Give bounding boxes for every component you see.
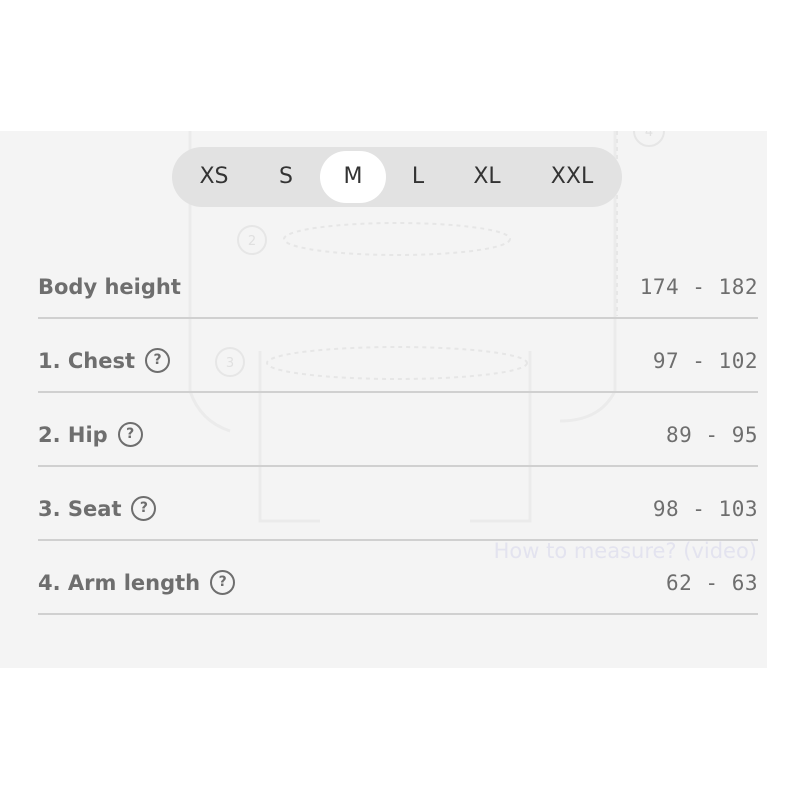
help-icon[interactable]: ? xyxy=(131,496,157,521)
size-option-l[interactable]: L xyxy=(396,151,440,203)
measurement-label: 4. Arm length xyxy=(38,570,201,595)
measurement-row-body-height: Body height 174 - 182 xyxy=(38,243,758,319)
help-icon[interactable]: ? xyxy=(117,422,143,447)
size-option-s[interactable]: S xyxy=(264,151,308,203)
measurement-label: Body height xyxy=(38,275,181,299)
measurement-value: 98 - 103 xyxy=(652,497,758,521)
size-selector: XS S M L XL XXL xyxy=(172,147,622,207)
marker-4: 4 xyxy=(645,131,653,140)
measurement-label: 2. Hip xyxy=(38,422,108,447)
measurement-row-arm-length: 4. Arm length ? 62 - 63 xyxy=(38,539,758,615)
measurement-row-chest: 1. Chest ? 97 - 102 xyxy=(38,317,758,393)
measurement-label: 1. Chest xyxy=(38,348,136,373)
measurement-row-hip: 2. Hip ? 89 - 95 xyxy=(38,391,758,467)
measurement-value: 89 - 95 xyxy=(665,423,758,447)
measurement-value: 62 - 63 xyxy=(665,571,758,595)
help-icon[interactable]: ? xyxy=(210,570,236,595)
size-option-xxl[interactable]: XXL xyxy=(540,151,604,203)
size-option-xs[interactable]: XS xyxy=(192,151,236,203)
size-option-m[interactable]: M xyxy=(320,151,386,203)
help-icon[interactable]: ? xyxy=(145,348,171,373)
measurement-label: 3. Seat xyxy=(38,496,122,521)
size-option-xl[interactable]: XL xyxy=(462,151,512,203)
measurement-row-seat: 3. Seat ? 98 - 103 xyxy=(38,465,758,541)
measurement-value: 174 - 182 xyxy=(639,275,758,299)
measurement-value: 97 - 102 xyxy=(652,349,758,373)
size-chart-panel: 2 3 4 XS S M L XL XXL How to measure? (v… xyxy=(0,131,767,668)
